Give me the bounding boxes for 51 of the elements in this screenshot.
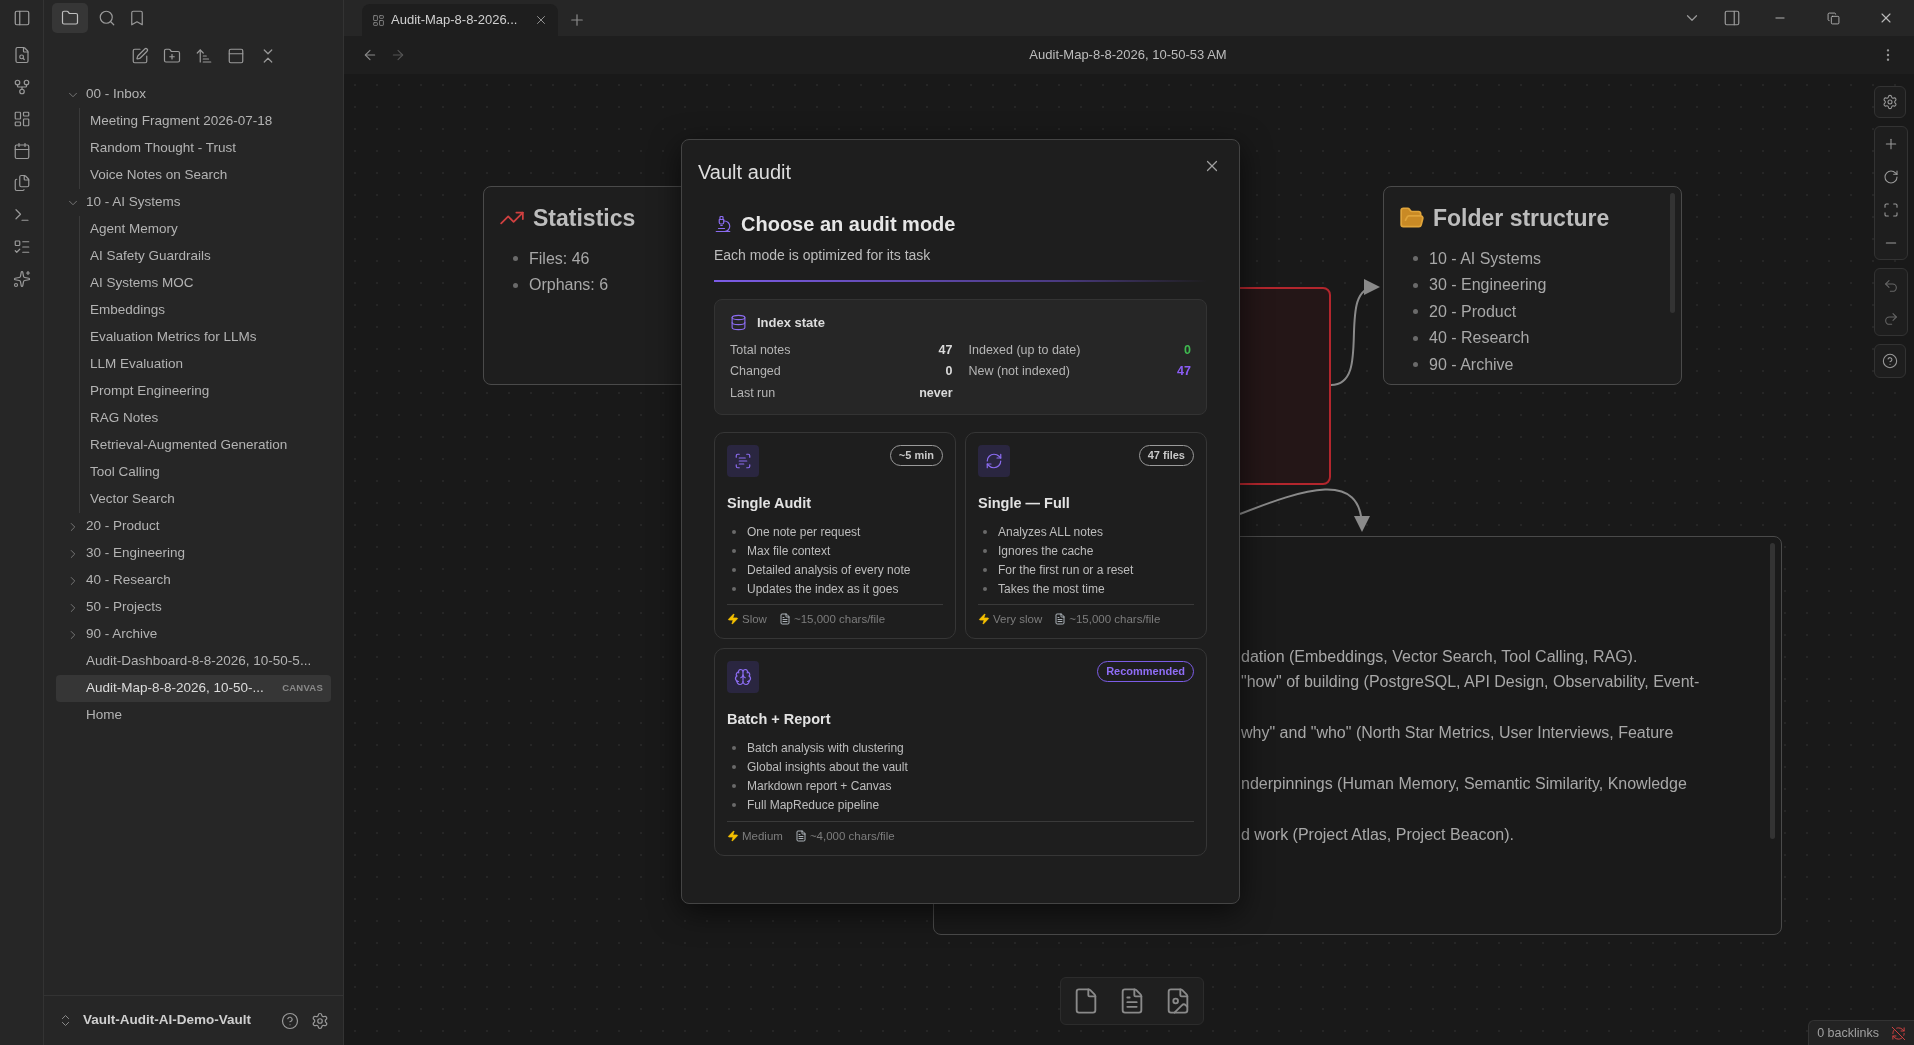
- list-text: 20 - Product: [1429, 301, 1517, 322]
- feature-text: Ignores the cache: [998, 542, 1094, 560]
- feature-text: For the first run or a reset: [998, 561, 1134, 579]
- card-title: Folder structure: [1433, 204, 1610, 233]
- tab-label: Audit-Map-8-8-2026...: [391, 11, 519, 30]
- stat-value: 47: [938, 341, 953, 359]
- list-text: Files: 46: [529, 248, 590, 269]
- dialog-title: Vault audit: [698, 160, 792, 185]
- stat-value: never: [919, 384, 953, 402]
- stat-label: New (not indexed): [968, 363, 1070, 380]
- list-text: 30 - Engineering: [1429, 275, 1547, 296]
- list-text: 40 - Research: [1429, 328, 1530, 349]
- stat-label: Indexed (up to date): [968, 341, 1081, 359]
- stat-label: Last run: [730, 384, 776, 402]
- feature-text: Detailed analysis of every note: [747, 561, 911, 579]
- feature-text: Updates the index as it goes: [747, 580, 899, 598]
- size-text: ~4,000 chars/file: [809, 828, 895, 844]
- paragraph-text: dation (Embeddings, Vector Search, Tool Calling, RAG).: [1241, 647, 1639, 667]
- feature-text: Full MapReduce pipeline: [747, 796, 880, 814]
- stat-value: 0: [1184, 341, 1191, 359]
- stat-value: 47: [1177, 363, 1191, 380]
- stat-label: Changed: [730, 363, 781, 380]
- feature-text: Analyzes ALL notes: [998, 523, 1103, 541]
- feature-text: Max file context: [747, 542, 831, 560]
- stat-label: Total notes: [730, 341, 791, 359]
- size-text: ~15,000 chars/file: [1069, 611, 1161, 627]
- section-heading: Choose an audit mode: [741, 212, 956, 237]
- paragraph-text: why" and "who" (North Star Metrics, User Interviews, Feature: [1241, 723, 1675, 743]
- feature-text: Takes the most time: [998, 580, 1105, 598]
- panel-title: Index state: [757, 314, 825, 332]
- speed-text: Slow: [742, 611, 767, 627]
- speed-text: Very slow: [993, 611, 1043, 627]
- mode-title: Single — Full: [978, 494, 1071, 513]
- list-text: Orphans: 6: [529, 275, 609, 296]
- paragraph-text: "how" of building (PostgreSQL, API Design, Observability, Event-: [1241, 672, 1701, 692]
- feature-text: Batch analysis with clustering: [747, 739, 904, 757]
- list-text: 10 - AI Systems: [1429, 248, 1542, 269]
- mode-title: Batch + Report: [727, 710, 832, 729]
- list-text: 90 - Archive: [1429, 354, 1514, 375]
- card-title: Statistics: [533, 204, 636, 233]
- file-type-label: CANVAS: [282, 681, 323, 696]
- section-subtitle: Each mode is optimized for its task: [714, 246, 932, 265]
- paragraph-text: nderpinnings (Human Memory, Semantic Similarity, Knowledge: [1241, 774, 1688, 794]
- feature-text: Global insights about the vault: [747, 758, 908, 776]
- speed-text: Medium: [742, 828, 783, 844]
- paragraph-text: d work (Project Atlas, Project Beacon).: [1241, 825, 1515, 845]
- mode-title: Single Audit: [727, 494, 813, 513]
- size-text: ~15,000 chars/file: [793, 611, 886, 627]
- feature-text: One note per request: [747, 523, 861, 541]
- stat-value: 0: [945, 363, 953, 380]
- feature-text: Markdown report + Canvas: [747, 777, 892, 795]
